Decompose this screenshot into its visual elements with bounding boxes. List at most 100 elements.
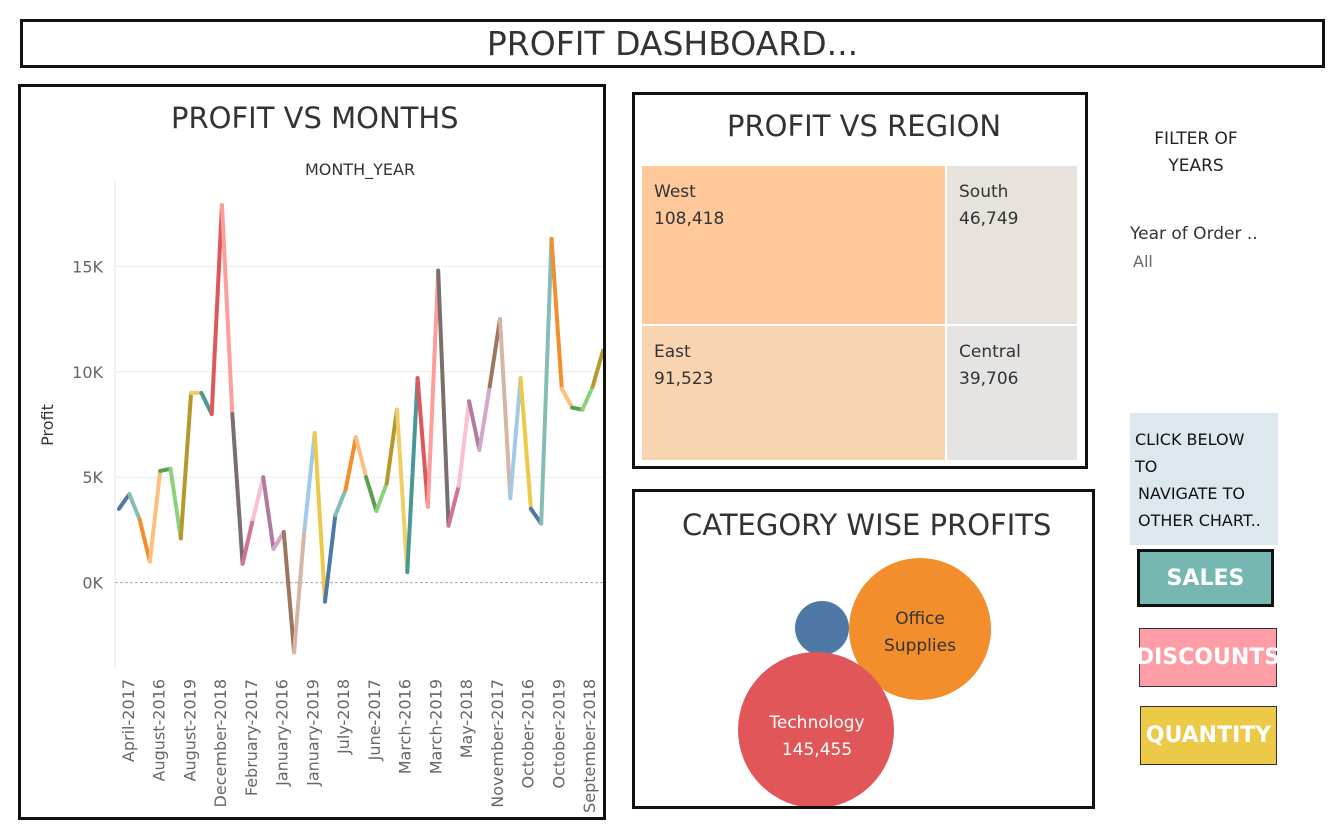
region-value: 108,418 (654, 209, 725, 229)
profit-line-chart: MONTH_YEAR 15K 10K 5K 0K Profit April-2017 A… (38, 160, 603, 813)
profit-line-segment (240, 517, 255, 566)
profit-line-segment (580, 384, 595, 412)
profit-line-segment (498, 317, 513, 501)
x-tick-label: August-2016 (150, 679, 169, 781)
profit-line-segment (353, 435, 369, 480)
profit-line-segment (312, 430, 327, 604)
region-tile-south: South 46,749 (947, 166, 1077, 324)
x-tick-label: June-2017 (365, 679, 384, 761)
profit-line-segment (415, 376, 430, 509)
office-supplies-label: Supplies (884, 636, 956, 656)
nav-note-line: TO (1135, 457, 1158, 476)
filter-title-line: YEARS (1168, 156, 1224, 176)
profit-line-segment (374, 481, 389, 513)
x-tick-label: October-2016 (519, 679, 538, 789)
profit-line-segment (147, 468, 163, 564)
quantity-button[interactable]: QUANTITY (1140, 706, 1277, 765)
profit-line-segment (323, 513, 338, 604)
region-name: Central (959, 342, 1021, 362)
nav-note-line: NAVIGATE TO (1138, 484, 1245, 503)
dashboard-title: PROFIT DASHBOARD... (20, 19, 1325, 68)
profit-line-segment (137, 517, 152, 564)
profit-axis-label: Profit (38, 404, 57, 446)
region-chart-title: PROFIT VS REGION (727, 109, 1002, 143)
profit-line-segment (549, 236, 564, 391)
profit-line-segment (364, 475, 379, 513)
profit-line-segment (127, 492, 142, 522)
region-name: West (654, 182, 696, 202)
x-tick-label: January-2016 (273, 679, 292, 787)
x-tick-label: April-2017 (119, 679, 138, 762)
x-tick-label: November-2017 (488, 679, 507, 808)
region-tile-west: West 108,418 (642, 166, 945, 324)
profit-line-segment (539, 236, 554, 526)
profit-vs-months-panel: PROFIT VS MONTHS MONTH_YEAR 15K 10K 5K 0K P… (18, 84, 606, 820)
x-tick-label: August-2019 (181, 679, 200, 781)
year-filter-value[interactable]: All (1133, 252, 1153, 271)
category-wise-profits-panel: CATEGORY WISE PROFITS Office Supplies Te… (632, 489, 1095, 809)
profit-line-segment (292, 527, 307, 655)
technology-label: Technology (768, 713, 864, 733)
profit-line-segment (281, 530, 297, 655)
profit-line-segment (405, 376, 420, 575)
profit-line-segment (250, 475, 266, 522)
profit-line-segment (117, 492, 132, 511)
profit-line-segment (487, 317, 502, 389)
profit-line-segment (230, 412, 245, 566)
x-tick-label: January-2019 (303, 679, 322, 787)
x-tick-label: July-2018 (334, 679, 353, 755)
profit-line-segment (508, 376, 523, 501)
navigation-note: CLICK BELOW TO NAVIGATE TO OTHER CHART.. (1130, 413, 1278, 545)
profit-line-segment (333, 487, 348, 518)
year-filter-label: Year of Order .. (1130, 224, 1258, 244)
profit-line-segment (343, 435, 358, 492)
profit-line-segment (425, 268, 441, 509)
profit-line-segment (209, 203, 224, 416)
profit-line-segment (220, 203, 235, 416)
profit-line-segment (456, 399, 472, 488)
bubble-furniture (795, 601, 849, 655)
region-value: 39,706 (959, 369, 1019, 389)
x-tick-label: March-2019 (426, 679, 445, 774)
y-tick-label: 0K (82, 574, 103, 593)
y-tick-label: 10K (72, 363, 103, 382)
x-tick-label: May-2018 (457, 679, 476, 758)
region-name: East (654, 342, 691, 362)
profit-line-segment (518, 376, 533, 511)
office-supplies-label: Office (895, 609, 945, 629)
region-value: 46,749 (959, 209, 1019, 229)
profit-line-segment (559, 386, 575, 410)
profit-line-segment (384, 407, 399, 486)
x-tick-label: October-2019 (549, 679, 568, 789)
profit-line-segment (261, 475, 276, 551)
y-tick-label: 15K (72, 257, 103, 276)
profit-line-segment (168, 466, 183, 541)
profit-line-segment (477, 384, 492, 452)
profit-line-segment (446, 483, 461, 528)
region-value: 91,523 (654, 369, 714, 389)
technology-value: 145,455 (782, 740, 852, 760)
profit-line-segment (178, 390, 194, 541)
region-name: South (959, 182, 1009, 202)
category-bubble-chart: Office Supplies Technology 145,455 (738, 558, 991, 806)
region-tile-east: East 91,523 (642, 326, 945, 460)
x-tick-label: February-2017 (242, 679, 261, 796)
profit-line-segment (436, 268, 451, 528)
y-tick-label: 5K (82, 468, 103, 487)
filter-title-line: FILTER OF (1154, 129, 1238, 149)
nav-note-line: CLICK BELOW (1135, 430, 1245, 449)
profit-vs-region-panel: PROFIT VS REGION West 108,418 South 46,7… (632, 92, 1088, 469)
x-tick-label: March-2016 (396, 679, 415, 774)
x-tick-label: December-2018 (211, 679, 230, 807)
profit-line-segment (395, 407, 410, 575)
discounts-button[interactable]: DISCOUNTS (1136, 628, 1280, 687)
nav-note-line: OTHER CHART.. (1138, 511, 1261, 530)
filter-title: FILTER OF YEARS (1140, 126, 1252, 180)
profit-line-segment (590, 348, 603, 389)
sales-button[interactable]: SALES (1137, 549, 1274, 607)
x-tick-label: September-2018 (580, 679, 599, 813)
month-year-axis-header: MONTH_YEAR (305, 160, 415, 180)
profit-line-segment (467, 399, 482, 452)
region-tile-central: Central 39,706 (947, 326, 1077, 460)
profit-line-segment (302, 430, 317, 532)
